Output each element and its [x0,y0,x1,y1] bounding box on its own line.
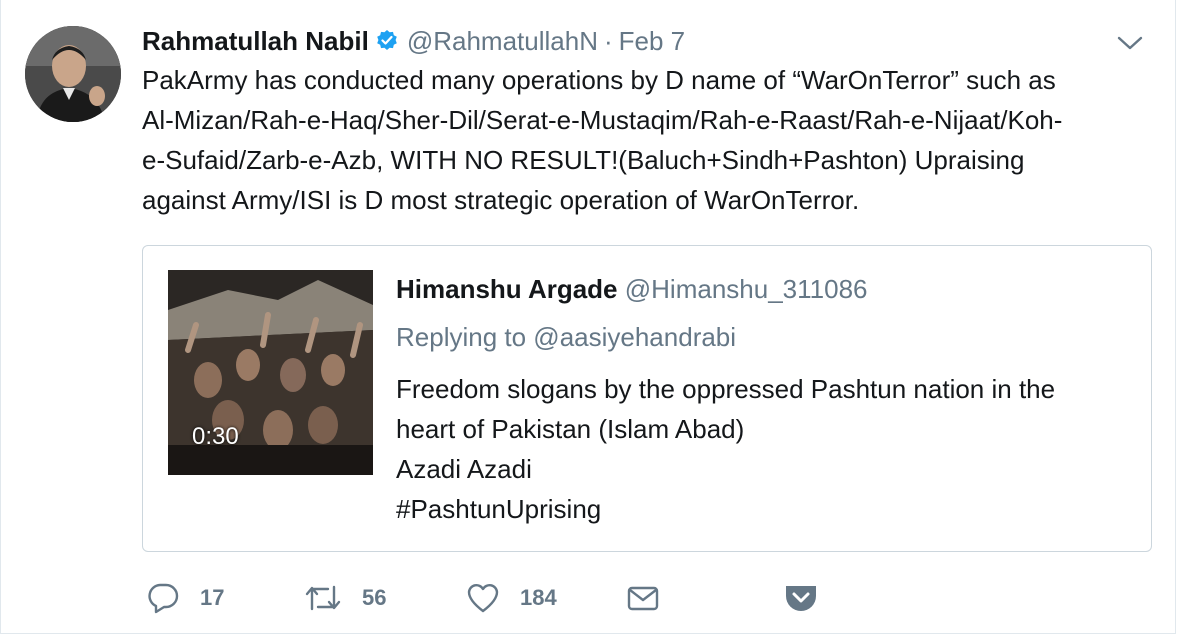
tweet-date[interactable]: Feb 7 [619,26,686,57]
tweet-card[interactable]: Rahmatullah Nabil @RahmatullahN · Feb 7 … [0,0,1176,634]
tweet-text-line: PakArmy has conducted many operations by… [142,65,1056,95]
tweet-text-line: e-Sufaid/Zarb-e-Azb, WITH NO RESULT!(Bal… [142,145,1025,175]
pocket-icon [786,586,816,611]
quoted-header: Himanshu Argade @Himanshu_311086 [396,274,868,305]
avatar-image [25,26,121,122]
header-separator: · [603,25,613,56]
tweet-text: PakArmy has conducted many operations by… [142,60,1162,220]
reply-button[interactable]: 17 [146,578,224,618]
retweet-button[interactable]: 56 [304,578,386,618]
quoted-text-line: Freedom slogans by the oppressed Pashtun… [396,374,1056,404]
like-icon [467,584,499,613]
quoted-text-line: heart of Pakistan (Islam Abad) [396,414,745,444]
quoted-author-name[interactable]: Himanshu Argade [396,274,618,304]
author-handle[interactable]: @RahmatullahN [407,26,598,57]
author-name[interactable]: Rahmatullah Nabil [142,26,369,57]
quoted-text-line: Azadi Azadi [396,454,532,484]
retweet-icon [305,585,341,611]
tweet-text-line: against Army/ISI is D most strategic ope… [142,185,860,215]
quoted-text: Freedom slogans by the oppressed Pashtun… [396,369,1055,529]
direct-message-icon [627,586,659,611]
reply-count: 17 [200,585,225,610]
tweet-actions: 17 56 184 [1,578,1175,618]
verified-badge-icon [377,30,397,50]
replying-to: Replying to @aasiyehandrabi [396,322,737,352]
quoted-hashtag[interactable]: #PashtunUprising [396,489,1055,529]
video-duration: 0:30 [192,423,239,450]
like-button[interactable]: 184 [466,578,557,618]
caret-down-icon[interactable] [1115,28,1145,58]
avatar[interactable] [25,26,121,122]
retweet-count: 56 [362,585,387,610]
pocket-button[interactable] [783,578,819,618]
tweet-text-line: Al-Mizan/Rah-e-Haq/Sher-Dil/Serat-e-Must… [142,105,1063,135]
like-count: 184 [520,585,557,610]
direct-message-button[interactable] [626,578,660,618]
tweet-header: Rahmatullah Nabil @RahmatullahN · Feb 7 [142,24,685,58]
quoted-tweet[interactable]: 0:30 Himanshu Argade @Himanshu_311086 Re… [142,245,1152,552]
reply-icon [148,583,179,614]
quoted-author-handle[interactable]: @Himanshu_311086 [625,274,868,304]
video-thumbnail[interactable]: 0:30 [168,270,373,475]
